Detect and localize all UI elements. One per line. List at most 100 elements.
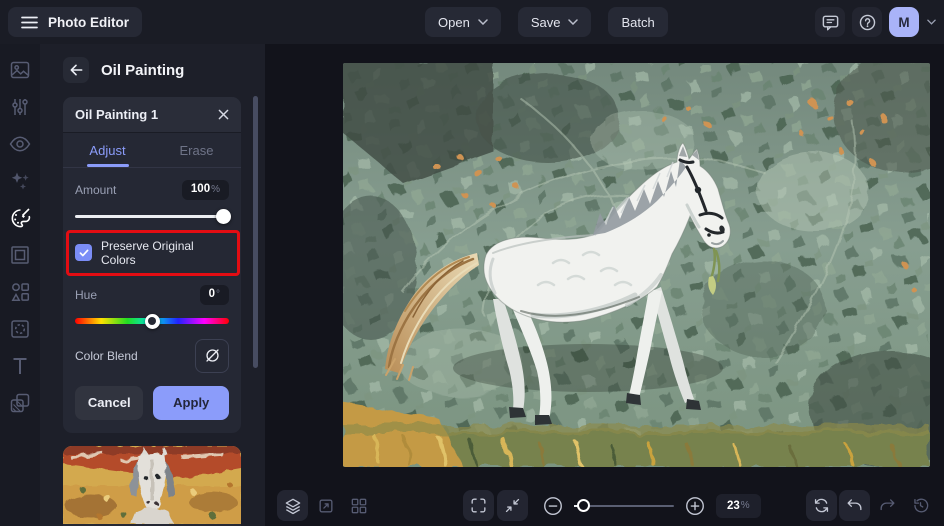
tab-erase[interactable]: Erase xyxy=(152,133,241,167)
panel-scrollbar[interactable] xyxy=(253,96,258,368)
close-button[interactable] xyxy=(218,109,229,120)
layers-pages-icon xyxy=(10,393,30,412)
zoom-percent-box[interactable]: 23% xyxy=(716,493,761,518)
feedback-button[interactable] xyxy=(815,7,845,37)
sliders-icon xyxy=(12,98,28,115)
chat-icon xyxy=(822,15,838,30)
card-header: Oil Painting 1 xyxy=(63,97,241,132)
sidebar-item-text[interactable] xyxy=(8,353,33,378)
color-blend-picker-button[interactable] xyxy=(195,338,229,373)
image-icon xyxy=(10,61,30,78)
checkmark-icon xyxy=(79,249,88,257)
sidebar-item-adjust[interactable] xyxy=(8,94,33,119)
hue-slider-handle[interactable] xyxy=(144,313,160,329)
sidebar-item-edit[interactable] xyxy=(8,57,33,82)
preserve-colors-label[interactable]: Preserve Original Colors xyxy=(101,239,231,267)
effect-panel: Oil Painting Oil Painting 1 Adjust Erase… xyxy=(40,44,265,526)
question-mark-icon xyxy=(859,14,875,30)
amount-unit: % xyxy=(211,184,220,195)
save-label: Save xyxy=(530,14,561,30)
fullscreen-icon xyxy=(471,498,486,513)
redo-icon xyxy=(880,499,895,511)
grid-icon xyxy=(351,498,366,513)
amount-slider[interactable] xyxy=(75,208,231,224)
sidebar-item-artsy[interactable] xyxy=(8,205,33,230)
app-title: Photo Editor xyxy=(48,14,129,30)
card-tabs: Adjust Erase xyxy=(63,132,241,168)
sidebar-item-touchup[interactable] xyxy=(8,131,33,156)
preset-thumbnail[interactable] xyxy=(63,445,241,524)
tool-rail xyxy=(0,44,40,526)
resize-button[interactable] xyxy=(310,490,341,521)
bottom-left-tools xyxy=(277,490,374,521)
card-title: Oil Painting 1 xyxy=(75,107,159,122)
amount-value-box[interactable]: 100% xyxy=(181,180,229,200)
minus-circle-icon xyxy=(544,496,562,515)
batch-button[interactable]: Batch xyxy=(608,7,668,37)
sidebar-item-frames[interactable] xyxy=(8,242,33,267)
sync-icon xyxy=(814,498,829,513)
text-icon xyxy=(13,357,27,374)
app-menu-chip[interactable]: Photo Editor xyxy=(8,7,142,37)
card-body: Amount 100% Preserve Original Colors Hue… xyxy=(63,168,241,433)
undo-button[interactable] xyxy=(839,490,870,521)
back-button[interactable] xyxy=(63,57,89,83)
sidebar-item-overlays[interactable] xyxy=(8,316,33,341)
hue-value-box[interactable]: 0° xyxy=(199,284,229,305)
avatar[interactable]: M xyxy=(889,7,919,37)
hue-slider[interactable] xyxy=(75,313,229,329)
resize-icon xyxy=(319,499,332,512)
sidebar-item-textures[interactable] xyxy=(8,390,33,415)
layers-button[interactable] xyxy=(277,490,308,521)
redo-button[interactable] xyxy=(872,490,903,521)
chevron-down-icon xyxy=(478,19,488,25)
eye-icon xyxy=(9,135,31,152)
preserve-colors-checkbox[interactable] xyxy=(75,244,92,262)
oil-painting-card: Oil Painting 1 Adjust Erase Amount 100% xyxy=(63,97,241,433)
preset-oil-painting-2[interactable]: Oil Painting 2 Ai xyxy=(63,445,241,526)
arrow-left-icon xyxy=(70,64,82,76)
amount-slider-track[interactable] xyxy=(75,215,229,218)
close-icon xyxy=(218,109,229,120)
help-button[interactable] xyxy=(852,7,882,37)
hue-row: Hue 0° xyxy=(75,284,229,305)
apply-button[interactable]: Apply xyxy=(153,385,229,420)
top-bar: Photo Editor Open Save Batch M xyxy=(0,0,944,44)
panel-header: Oil Painting xyxy=(63,56,265,84)
hamburger-menu-icon[interactable] xyxy=(21,16,38,29)
layers-icon xyxy=(285,498,300,514)
canvas-image[interactable] xyxy=(343,63,930,467)
save-button[interactable]: Save xyxy=(517,7,592,37)
sidebar-item-effects[interactable] xyxy=(8,168,33,193)
palette-brush-icon xyxy=(11,207,31,227)
photo-editor-app: Photo Editor Open Save Batch M Oil Paint… xyxy=(0,0,944,526)
account-chevron-icon[interactable] xyxy=(927,19,936,25)
zoom-slider[interactable] xyxy=(574,498,674,513)
card-actions: Cancel Apply xyxy=(75,385,229,420)
fit-to-screen-button[interactable] xyxy=(497,490,528,521)
batch-label: Batch xyxy=(621,14,655,30)
sparkles-icon xyxy=(11,172,29,189)
panel-title: Oil Painting xyxy=(101,61,185,79)
open-button[interactable]: Open xyxy=(425,7,501,37)
open-label: Open xyxy=(438,14,470,30)
zoom-in-button[interactable] xyxy=(682,490,708,521)
zoom-out-button[interactable] xyxy=(540,490,566,521)
grid-view-button[interactable] xyxy=(343,490,374,521)
fullscreen-button[interactable] xyxy=(463,490,494,521)
reset-history-button[interactable] xyxy=(905,490,936,521)
tab-adjust[interactable]: Adjust xyxy=(63,133,152,167)
oil-painting-horse-artwork xyxy=(343,63,930,467)
top-right-controls: M xyxy=(815,7,936,37)
hue-label: Hue xyxy=(75,287,98,302)
cancel-button[interactable]: Cancel xyxy=(75,385,144,420)
workspace: 23% xyxy=(265,44,944,526)
sidebar-item-graphics[interactable] xyxy=(8,279,33,304)
amount-slider-handle[interactable] xyxy=(216,208,231,224)
zoom-slider-handle[interactable] xyxy=(577,499,590,512)
zoom-controls: 23% xyxy=(463,490,761,521)
refresh-button[interactable] xyxy=(806,490,837,521)
history-reset-icon xyxy=(914,498,929,513)
amount-label: Amount xyxy=(75,182,117,197)
chevron-down-icon xyxy=(568,19,579,25)
